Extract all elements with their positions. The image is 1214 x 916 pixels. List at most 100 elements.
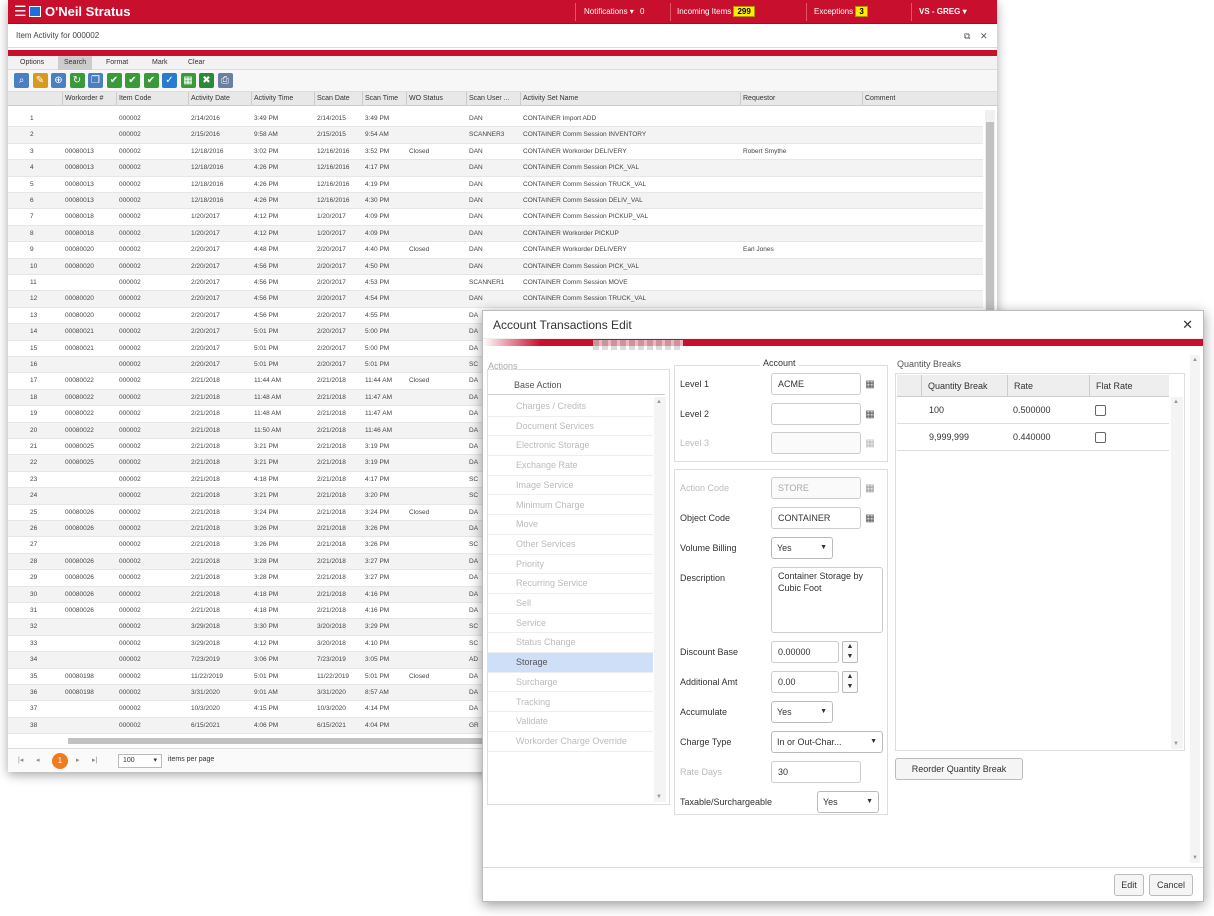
grid-header-wo-status[interactable]: WO Status [406, 92, 466, 106]
page-size-select[interactable]: 100 ▾ [118, 754, 162, 768]
incoming-items-menu[interactable]: Incoming Items 299 [677, 6, 755, 18]
table-row[interactable]: 8 00080018 000002 1/20/2017 4:12 PM 1/20/2017… [8, 225, 983, 243]
copy-icon[interactable]: ❐ [88, 73, 103, 88]
restore-icon[interactable]: ⧉ [964, 24, 970, 48]
action-item-exchange-rate[interactable]: Exchange Rate [488, 456, 653, 476]
table-row[interactable]: 6 00080013 000002 12/18/2016 4:26 PM 12/16/20… [8, 193, 983, 210]
level3-input[interactable] [771, 432, 861, 454]
check-icon[interactable]: ✔ [106, 73, 122, 88]
table-row[interactable]: 2 000002 2/15/2016 9:58 AM 2/15/2015 9:54 AM S… [8, 127, 983, 144]
action-item-surcharge[interactable]: Surcharge [488, 673, 653, 693]
excel-icon[interactable]: ✖ [199, 73, 214, 88]
table-row[interactable]: 3 00080013 000002 12/18/2016 3:02 PM 12/16/20… [8, 144, 983, 161]
action-item-document-services[interactable]: Document Services [488, 417, 653, 437]
lookup-icon[interactable]: ▦ [864, 437, 876, 450]
table-row[interactable]: 7 00080018 000002 1/20/2017 4:12 PM 1/20/2017… [8, 209, 983, 226]
edit-icon[interactable]: ✎ [32, 73, 48, 88]
zoom-icon[interactable]: ⊕ [51, 73, 66, 88]
discount-base-input[interactable]: 0.00000 [771, 641, 839, 663]
table-row[interactable]: 1 000002 2/14/2016 3:49 PM 2/14/2015 3:49 PM D… [8, 111, 983, 128]
action-item-minimum-charge[interactable]: Minimum Charge [488, 496, 653, 516]
print-icon[interactable]: ⎙ [217, 73, 233, 88]
level2-input[interactable] [771, 403, 861, 425]
table-row[interactable]: 4 00080013 000002 12/18/2016 4:26 PM 12/16/20… [8, 160, 983, 177]
action-item-charges-credits[interactable]: Charges / Credits [488, 397, 653, 417]
grid-header-scan-user[interactable]: Scan User ... [466, 92, 520, 106]
description-textarea[interactable]: Container Storage by Cubic Foot [771, 567, 883, 633]
grid-horizontal-scrollbar[interactable] [68, 738, 488, 744]
action-item-status-change[interactable]: Status Change [488, 633, 653, 654]
qb-scrollbar[interactable]: ▲ ▼ [1171, 397, 1183, 749]
action-item-priority[interactable]: Priority [488, 555, 653, 575]
charge-type-select[interactable]: In or Out-Char... ▼ [771, 731, 883, 753]
search-icon[interactable]: ⌕ [14, 73, 29, 88]
refresh-icon[interactable]: ↻ [69, 73, 85, 88]
qb-row[interactable]: 100 0.500000 [897, 397, 1169, 424]
current-page[interactable]: 1 [52, 753, 68, 769]
grid-header-activity-date[interactable]: Activity Date [188, 92, 251, 106]
tab-clear[interactable]: Clear [182, 56, 211, 70]
grid-header-requestor[interactable]: Requestor [740, 92, 862, 106]
pencil-check-icon[interactable]: ✓ [162, 73, 177, 88]
grid-icon[interactable]: ▦ [180, 73, 196, 88]
lookup-icon[interactable]: ▦ [864, 408, 876, 421]
lookup-icon[interactable]: ▦ [864, 378, 876, 391]
volume-billing-select[interactable]: Yes ▼ [771, 537, 833, 559]
dialog-close-icon[interactable]: ✕ [1182, 311, 1193, 339]
action-item-sell[interactable]: Sell [488, 594, 653, 614]
action-item-workorder-charge-override[interactable]: Workorder Charge Override [488, 732, 653, 752]
user-menu[interactable]: VS - GREG ▾ [919, 6, 967, 18]
action-item-validate[interactable]: Validate [488, 712, 653, 732]
action-item-recurring-service[interactable]: Recurring Service [488, 574, 653, 594]
action-item-other-services[interactable]: Other Services [488, 535, 653, 555]
cancel-button[interactable]: Cancel [1149, 874, 1193, 896]
action-item-tracking[interactable]: Tracking [488, 693, 653, 713]
exceptions-menu[interactable]: Exceptions 3 [814, 6, 868, 18]
action-code-input[interactable]: STORE [771, 477, 861, 499]
lookup-icon[interactable]: ▦ [864, 482, 876, 495]
qb-row[interactable]: 9,999,999 0.440000 [897, 424, 1169, 451]
action-item-service[interactable]: Service [488, 614, 653, 634]
actions-scrollbar[interactable]: ▲ ▼ [654, 397, 666, 802]
action-item-move[interactable]: Move [488, 515, 653, 535]
rate-days-input[interactable]: 30 [771, 761, 861, 783]
close-icon[interactable]: ✕ [980, 24, 988, 48]
grid-header-activity-set-name[interactable]: Activity Set Name [520, 92, 740, 106]
reorder-quantity-break-button[interactable]: Reorder Quantity Break [895, 758, 1023, 780]
discount-base-stepper[interactable]: ▲ ▼ [842, 641, 858, 663]
next-page-icon[interactable]: ▸ [76, 756, 80, 764]
additional-amt-stepper[interactable]: ▲ ▼ [842, 671, 858, 693]
prev-page-icon[interactable]: ◂ [36, 756, 40, 764]
first-page-icon[interactable]: |◂ [18, 756, 23, 764]
table-row[interactable]: 10 00080020 000002 2/20/2017 4:56 PM 2/20/201… [8, 258, 983, 275]
edit-button[interactable]: Edit [1114, 874, 1144, 896]
additional-amt-input[interactable]: 0.00 [771, 671, 839, 693]
object-code-input[interactable]: CONTAINER [771, 507, 861, 529]
taxable-select[interactable]: Yes ▼ [817, 791, 879, 813]
hamburger-menu-icon[interactable]: ☰ [14, 3, 27, 19]
tab-format[interactable]: Format [100, 56, 134, 70]
approve-icon[interactable]: ✔ [143, 73, 159, 88]
last-page-icon[interactable]: ▸| [92, 756, 97, 764]
table-row[interactable]: 9 00080020 000002 2/20/2017 4:48 PM 2/20/2017… [8, 242, 983, 259]
tab-options[interactable]: Options [14, 56, 50, 70]
level1-input[interactable]: ACME [771, 373, 861, 395]
grid-header-scan-date[interactable]: Scan Date [314, 92, 362, 106]
tab-mark[interactable]: Mark [146, 56, 174, 70]
flat-rate-checkbox[interactable] [1095, 432, 1106, 443]
grid-header-item-code[interactable]: Item Code [116, 92, 188, 106]
accumulate-select[interactable]: Yes ▼ [771, 701, 833, 723]
action-item-storage[interactable]: Storage [488, 653, 653, 673]
grid-header-scan-time[interactable]: Scan Time [362, 92, 406, 106]
dialog-scrollbar[interactable]: ▲ ▼ [1190, 355, 1200, 863]
action-item-image-service[interactable]: Image Service [488, 476, 653, 496]
tab-search[interactable]: Search [58, 56, 93, 70]
check-all-icon[interactable]: ✔ [125, 73, 140, 88]
notifications-menu[interactable]: Notifications ▾ 0 [584, 6, 645, 18]
table-row[interactable]: 5 00080013 000002 12/18/2016 4:26 PM 12/16/20… [8, 177, 983, 193]
flat-rate-checkbox[interactable] [1095, 405, 1106, 416]
grid-header-comment[interactable]: Comment [862, 92, 982, 106]
table-row[interactable]: 12 00080020 000002 2/20/2017 4:56 PM 2/20/201… [8, 291, 983, 308]
lookup-icon[interactable]: ▦ [864, 512, 876, 525]
table-row[interactable]: 11 000002 2/20/2017 4:56 PM 2/20/2017 4:53 PM… [8, 275, 983, 292]
